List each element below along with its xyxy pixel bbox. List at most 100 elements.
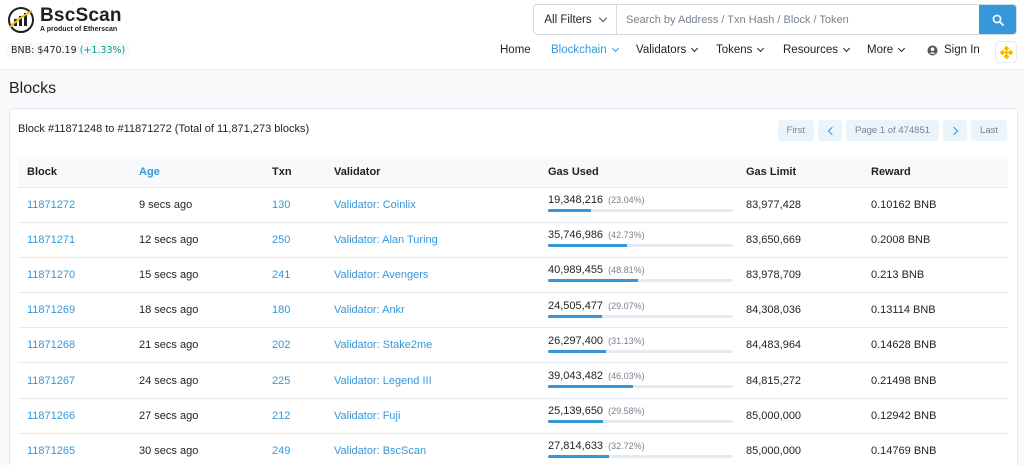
gas-used-cell: 40,989,455 (48.81%) <box>539 257 737 292</box>
gas-used-bar-fill <box>548 244 628 248</box>
age-cell: 21 secs ago <box>139 339 199 352</box>
gas-used-bar-fill <box>548 279 639 283</box>
validator-cell: Validator: Alan Turing <box>325 222 539 257</box>
txn-count-link[interactable]: 225 <box>272 375 290 387</box>
gas-used-cell: 27,814,633 (32.72%) <box>539 433 737 465</box>
block-link[interactable]: 11871265 <box>27 445 75 457</box>
txn-count-link[interactable]: 212 <box>272 410 290 422</box>
block-link[interactable]: 11871269 <box>27 304 75 316</box>
gas-used-bar <box>548 314 733 318</box>
block-link[interactable]: 11871272 <box>27 199 75 211</box>
txn-count-link[interactable]: 202 <box>272 339 290 351</box>
txn-cell: 241 <box>263 257 325 292</box>
prev-page-button[interactable] <box>818 120 843 141</box>
column-header-reward: Reward <box>862 157 1008 188</box>
nav-sign-in[interactable]: Sign In <box>927 44 980 56</box>
logo-subtitle: A product of Etherscan <box>40 26 118 33</box>
validator-cell: Validator: Legend III <box>325 363 539 398</box>
reward-cell: 0.12942 BNB <box>871 409 937 422</box>
block-link[interactable]: 11871270 <box>27 269 75 281</box>
site-header: BscScan A product of Etherscan BNB: $470… <box>0 0 1024 70</box>
gas-used-percent: (48.81%) <box>608 265 645 276</box>
chevron-down-icon <box>598 13 607 23</box>
nav-home[interactable]: Home <box>500 44 531 56</box>
validator-link[interactable]: Validator: Alan Turing <box>334 234 438 246</box>
gas-used-cell: 39,043,482 (46.03%) <box>539 363 737 398</box>
block-link[interactable]: 11871267 <box>27 375 75 387</box>
nav-validators[interactable]: Validators <box>636 44 699 56</box>
block-link[interactable]: 11871266 <box>27 410 75 422</box>
block-cell: 11871268 <box>18 328 130 363</box>
nav-resources[interactable]: Resources <box>783 44 851 56</box>
txn-cell: 180 <box>263 293 325 328</box>
gas-used-percent: (46.03%) <box>608 371 645 382</box>
reward-cell: 0.13114 BNB <box>871 304 936 317</box>
validator-cell: Validator: Fuji <box>325 398 539 433</box>
column-header-gas-used: Gas Used <box>539 157 737 188</box>
gas-used-bar <box>548 420 733 424</box>
gas-limit-cell: 83,650,669 <box>746 233 802 246</box>
block-cell: 11871272 <box>18 187 130 222</box>
block-cell: 11871267 <box>18 363 130 398</box>
search-icon <box>992 14 1004 26</box>
filter-dropdown[interactable]: All Filters <box>534 5 617 34</box>
nav-blockchain-label: Blockchain <box>551 44 607 56</box>
nav-sign-in-label: Sign In <box>944 44 980 56</box>
blocks-card: Block #11871248 to #11871272 (Total of 1… <box>9 108 1018 465</box>
gas-used-bar <box>548 244 733 248</box>
nav-tokens[interactable]: Tokens <box>716 44 765 56</box>
bscscan-logo[interactable]: BscScan A product of Etherscan <box>8 6 122 33</box>
bnb-network-button[interactable] <box>995 41 1017 63</box>
gas-used-bar <box>548 455 733 459</box>
block-link[interactable]: 11871268 <box>27 339 75 351</box>
validator-link[interactable]: Validator: Ankr <box>334 304 405 316</box>
chevron-right-icon <box>949 126 958 135</box>
validator-link[interactable]: Validator: Avengers <box>334 269 428 281</box>
validator-link[interactable]: Validator: Fuji <box>334 410 400 422</box>
gas-used-bar <box>548 349 733 353</box>
gas-used-bar-fill <box>548 209 591 213</box>
nav-more-label: More <box>867 44 894 56</box>
validator-link[interactable]: Validator: Legend III <box>334 375 432 387</box>
filter-label: All Filters <box>544 13 592 26</box>
gas-used-percent: (29.58%) <box>608 406 645 417</box>
block-link[interactable]: 11871271 <box>27 234 75 246</box>
txn-count-link[interactable]: 130 <box>272 199 290 211</box>
gas-used-percent: (42.73%) <box>608 230 645 241</box>
txn-cell: 250 <box>263 222 325 257</box>
page-indicator: Page 1 of 474851 <box>846 120 940 141</box>
nav-more[interactable]: More <box>867 44 906 56</box>
validator-link[interactable]: Validator: Coinlix <box>334 199 416 211</box>
txn-cell: 249 <box>263 433 325 465</box>
age-cell: 30 secs ago <box>139 444 199 457</box>
nav-blockchain[interactable]: Blockchain <box>551 44 619 56</box>
chevron-down-icon <box>898 44 906 53</box>
nav-validators-label: Validators <box>636 44 687 56</box>
txn-count-link[interactable]: 250 <box>272 234 290 246</box>
txn-count-link[interactable]: 249 <box>272 445 290 457</box>
gas-used-value: 35,746,986 <box>548 229 604 242</box>
txn-count-link[interactable]: 180 <box>272 304 290 316</box>
block-cell: 11871270 <box>18 257 130 292</box>
block-cell: 11871265 <box>18 433 130 465</box>
gas-used-value: 40,989,455 <box>548 264 604 277</box>
age-cell: 27 secs ago <box>139 409 199 422</box>
column-header-age[interactable]: Age <box>130 157 263 188</box>
next-page-button[interactable] <box>943 120 968 141</box>
txn-count-link[interactable]: 241 <box>272 269 290 281</box>
gas-used-bar <box>548 279 733 283</box>
nav-home-label: Home <box>500 44 531 56</box>
search-input[interactable] <box>617 5 979 34</box>
first-page-button[interactable]: First <box>777 120 815 141</box>
gas-used-value: 39,043,482 <box>548 370 604 383</box>
age-cell: 15 secs ago <box>139 268 199 281</box>
validator-link[interactable]: Validator: Stake2me <box>334 339 432 351</box>
validator-cell: Validator: BscScan <box>325 433 539 465</box>
last-page-button[interactable]: Last <box>971 120 1007 141</box>
age-cell: 24 secs ago <box>139 374 199 387</box>
validator-link[interactable]: Validator: BscScan <box>334 445 426 457</box>
search-button[interactable] <box>979 5 1016 34</box>
table-row: 11871271 12 secs ago 250 Validator: Alan Tu… <box>18 222 1008 258</box>
gas-used-value: 19,348,216 <box>548 194 604 207</box>
gas-used-cell: 24,505,477 (29.07%) <box>539 293 737 328</box>
